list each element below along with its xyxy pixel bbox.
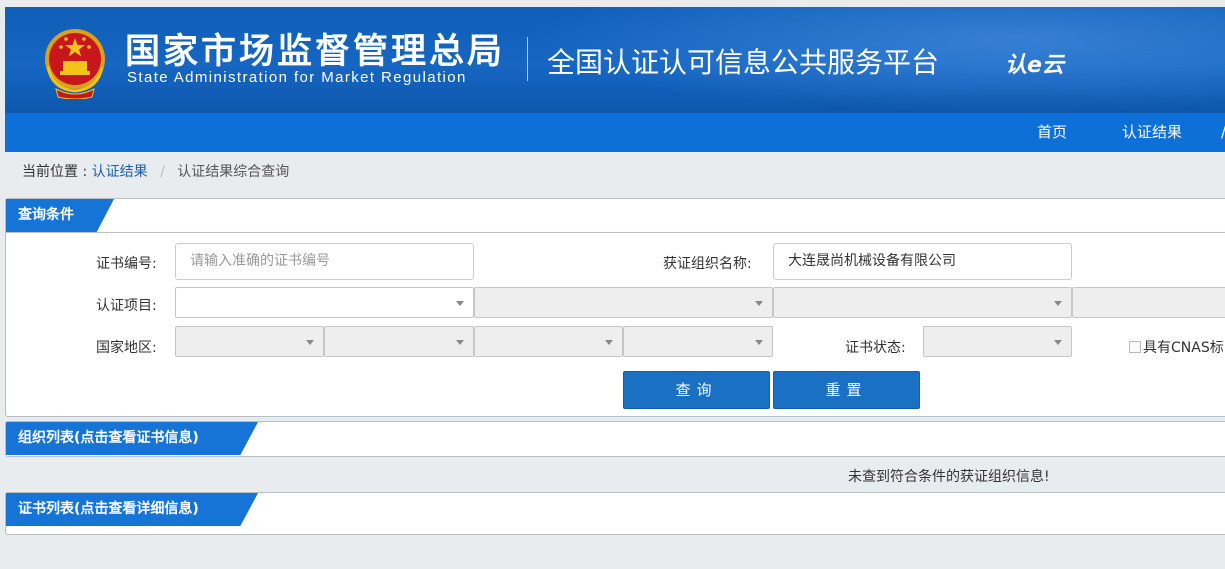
project-select-1[interactable]	[175, 287, 474, 318]
breadcrumb-label: 当前位置 :	[22, 164, 88, 180]
main-nav: 首页 认证结果 /	[5, 113, 1225, 152]
org-name-en: State Administration for Market Regulati…	[127, 69, 467, 86]
chevron-down-icon	[755, 301, 763, 306]
breadcrumb-separator: /	[160, 164, 165, 180]
nav-item-cert-results[interactable]: 认证结果	[1122, 113, 1182, 152]
site-header: 国家市场监督管理总局 State Administration for Mark…	[5, 7, 1225, 113]
cnas-checkbox-wrapper[interactable]: 具有CNAS标	[1129, 337, 1224, 357]
org-list-empty-message: 未查到符合条件的获证组织信息!	[848, 469, 1050, 485]
org-list-panel: 组织列表(点击查看证书信息)	[5, 421, 1225, 457]
cnas-checkbox[interactable]	[1129, 341, 1141, 353]
cert-no-label: 证书编号:	[96, 256, 157, 272]
nav-item-home[interactable]: 首页	[1037, 113, 1067, 152]
project-select-3[interactable]	[773, 287, 1072, 318]
cert-list-header: 证书列表(点击查看详细信息)	[6, 493, 1225, 527]
chevron-down-icon	[456, 301, 464, 306]
header-divider	[527, 37, 528, 81]
org-name-cn: 国家市场监督管理总局	[125, 32, 506, 72]
query-panel-title: 查询条件	[6, 199, 114, 232]
breadcrumb: 当前位置 : 认证结果 / 认证结果综合查询	[22, 161, 289, 181]
org-name-label: 获证组织名称:	[663, 256, 752, 272]
region-select-4[interactable]	[623, 326, 773, 357]
reset-button[interactable]: 重置	[773, 371, 920, 409]
nav-item-more[interactable]: /	[1221, 113, 1225, 152]
chevron-down-icon	[456, 340, 464, 345]
region-label: 国家地区:	[96, 340, 157, 356]
chevron-down-icon	[605, 340, 613, 345]
org-name-input[interactable]: 大连晟尚机械设备有限公司	[773, 243, 1072, 280]
chevron-down-icon	[306, 340, 314, 345]
cert-list-title: 证书列表(点击查看详细信息)	[6, 493, 258, 526]
chevron-down-icon	[755, 340, 763, 345]
platform-title: 全国认证认可信息公共服务平台	[547, 46, 940, 79]
project-label: 认证项目:	[96, 298, 157, 314]
status-label: 证书状态:	[845, 340, 906, 356]
cnas-label: 具有CNAS标	[1143, 340, 1224, 356]
cert-list-panel: 证书列表(点击查看详细信息)	[5, 492, 1225, 535]
cloud-logo: 认e云	[1005, 53, 1064, 78]
chevron-down-icon	[1054, 340, 1062, 345]
chevron-down-icon	[1054, 301, 1062, 306]
project-select-2[interactable]	[474, 287, 773, 318]
query-panel-header: 查询条件	[6, 199, 1225, 233]
region-select-2[interactable]	[324, 326, 474, 357]
search-button[interactable]: 查询	[623, 371, 770, 409]
cert-no-input[interactable]: 请输入准确的证书编号	[175, 243, 474, 280]
breadcrumb-link-cert-results[interactable]: 认证结果	[92, 164, 148, 180]
region-select-3[interactable]	[474, 326, 623, 357]
org-list-title: 组织列表(点击查看证书信息)	[6, 422, 258, 455]
region-select-1[interactable]	[175, 326, 324, 357]
national-emblem-icon	[45, 29, 105, 99]
status-select[interactable]	[923, 326, 1072, 357]
org-list-header: 组织列表(点击查看证书信息)	[6, 422, 1225, 456]
project-select-4[interactable]	[1072, 287, 1225, 318]
breadcrumb-current: 认证结果综合查询	[177, 164, 290, 180]
